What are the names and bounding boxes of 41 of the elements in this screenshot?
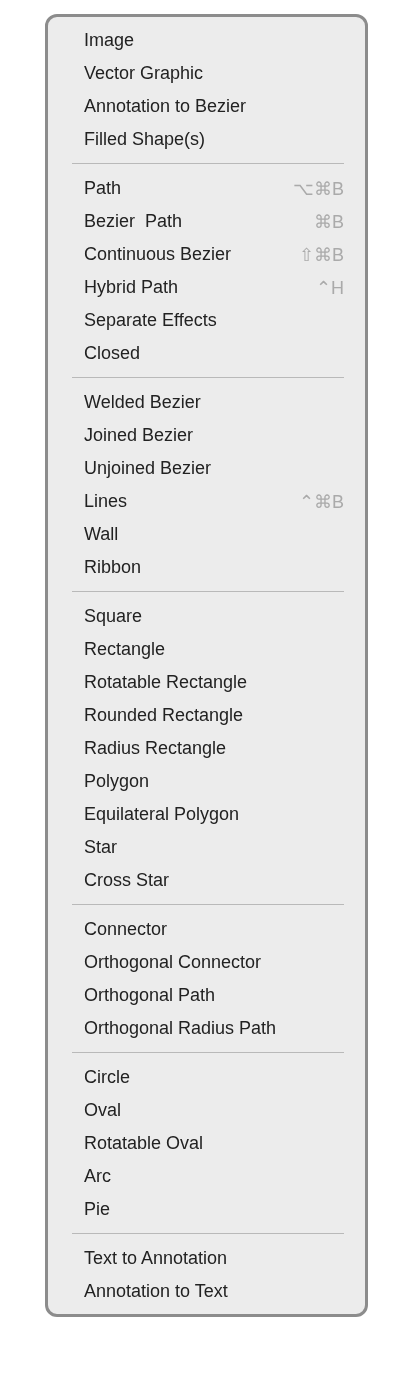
- shortcut-label: ⌃⌘B: [299, 490, 344, 513]
- menu-item[interactable]: Rotatable Rectangle: [48, 666, 365, 699]
- menu-item[interactable]: Polygon: [48, 765, 365, 798]
- menu-item[interactable]: Unjoined Bezier: [48, 452, 365, 485]
- menu-item[interactable]: Path ⌥⌘B: [48, 172, 365, 205]
- menu-item[interactable]: Lines ⌃⌘B: [48, 485, 365, 518]
- menu-item[interactable]: Image: [48, 24, 365, 57]
- menu-item[interactable]: Text to Annotation: [48, 1242, 365, 1275]
- menu-item[interactable]: Continuous Bezier ⇧⌘B: [48, 238, 365, 271]
- menu-item[interactable]: Pie: [48, 1193, 365, 1226]
- shortcut-label: ⇧⌘B: [299, 243, 344, 266]
- shortcut-label: ⌘B: [314, 210, 344, 233]
- menu-item[interactable]: Bezier Path ⌘B: [48, 205, 365, 238]
- menu-item[interactable]: Orthogonal Radius Path: [48, 1012, 365, 1045]
- menu-item[interactable]: Radius Rectangle: [48, 732, 365, 765]
- menu-item[interactable]: Rectangle: [48, 633, 365, 666]
- menu-item[interactable]: Orthogonal Path: [48, 979, 365, 1012]
- menu-item[interactable]: Wall: [48, 518, 365, 551]
- menu-item[interactable]: Welded Bezier: [48, 386, 365, 419]
- shortcut-label: ⌃H: [316, 276, 344, 299]
- menu-item[interactable]: Circle: [48, 1061, 365, 1094]
- menu-item[interactable]: Filled Shape(s): [48, 123, 365, 156]
- menu-item[interactable]: Star: [48, 831, 365, 864]
- menu-item[interactable]: Cross Star: [48, 864, 365, 897]
- menu-item[interactable]: Rounded Rectangle: [48, 699, 365, 732]
- menu-item[interactable]: Annotation to Bezier: [48, 90, 365, 123]
- menu-item[interactable]: Ribbon: [48, 551, 365, 584]
- menu-item[interactable]: Annotation to Text: [48, 1275, 365, 1308]
- menu-item[interactable]: Hybrid Path ⌃H: [48, 271, 365, 304]
- menu-item[interactable]: Oval: [48, 1094, 365, 1127]
- menu-item[interactable]: Square: [48, 600, 365, 633]
- menu-item[interactable]: Vector Graphic: [48, 57, 365, 90]
- shortcut-label: ⌥⌘B: [293, 177, 344, 200]
- menu-item[interactable]: Separate Effects: [48, 304, 365, 337]
- menu-item[interactable]: Arc: [48, 1160, 365, 1193]
- menu-item[interactable]: Orthogonal Connector: [48, 946, 365, 979]
- menu-item[interactable]: Connector: [48, 913, 365, 946]
- menu-item[interactable]: Equilateral Polygon: [48, 798, 365, 831]
- menu-item[interactable]: Closed: [48, 337, 365, 370]
- menu-item[interactable]: Joined Bezier: [48, 419, 365, 452]
- menu-item[interactable]: Rotatable Oval: [48, 1127, 365, 1160]
